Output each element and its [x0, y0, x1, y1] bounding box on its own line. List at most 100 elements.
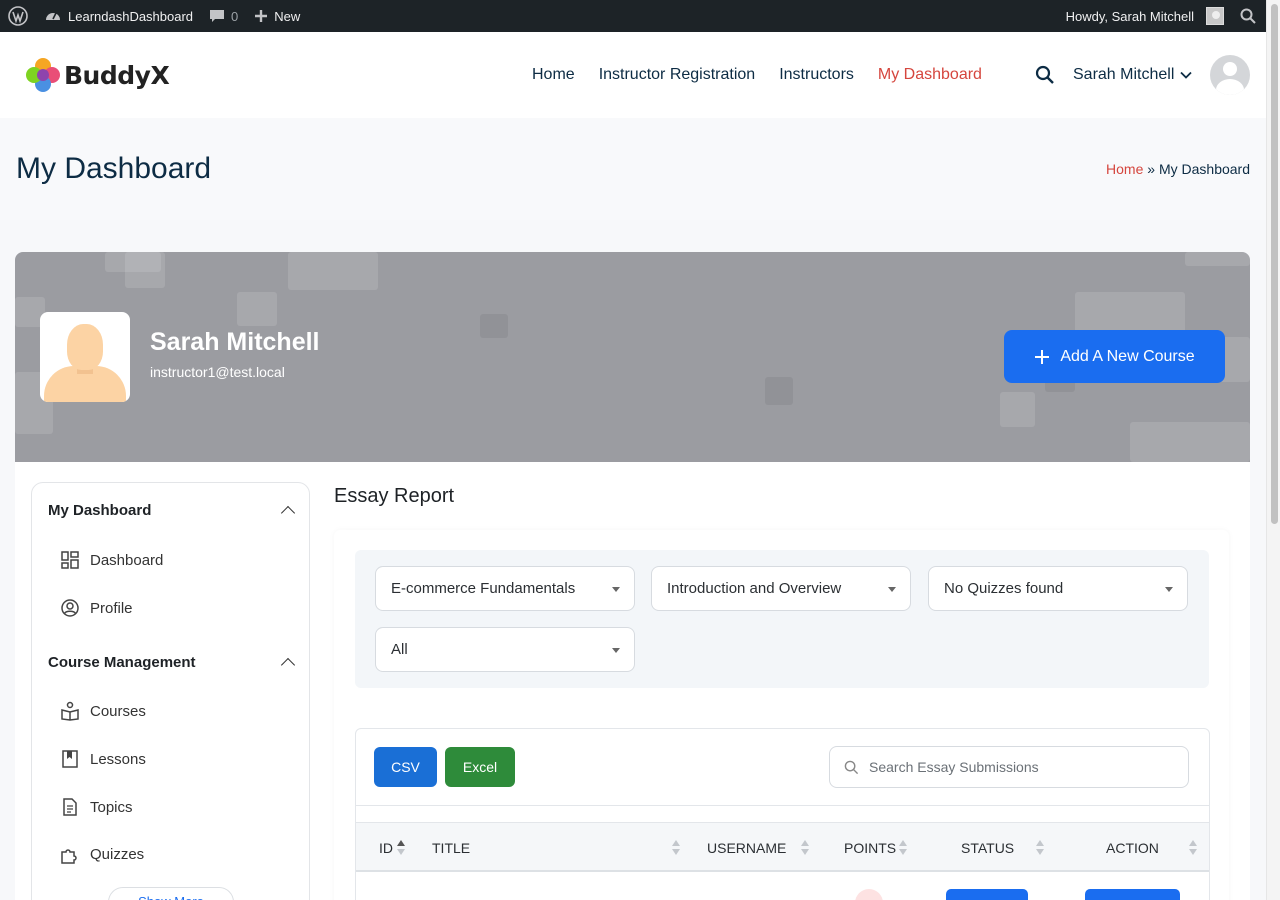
- dashboard-grid-icon: [61, 551, 79, 569]
- col-points[interactable]: POINTS: [844, 840, 896, 856]
- profile-name: Sarah Mitchell: [150, 328, 320, 356]
- sidebar-item-topics[interactable]: Topics: [60, 796, 133, 818]
- caret-down-icon: [1165, 587, 1173, 592]
- sidebar-item-profile[interactable]: Profile: [60, 597, 133, 619]
- book-open-icon: [61, 701, 79, 721]
- nav-my-dashboard[interactable]: My Dashboard: [878, 66, 982, 84]
- sort-icon[interactable]: [672, 840, 680, 856]
- essay-table: CSV Excel Search Essay Submissions ID TI…: [355, 728, 1210, 900]
- site-header: BuddyX Home Instructor Registration Inst…: [0, 32, 1266, 118]
- breadcrumb-separator: »: [1147, 161, 1156, 177]
- sidebar-item-label: Lessons: [90, 750, 146, 768]
- dashboard-gauge-icon: [46, 12, 60, 20]
- search-icon: [844, 760, 859, 774]
- sort-icon[interactable]: [1036, 840, 1044, 856]
- howdy-text: Howdy, Sarah Mitchell: [1065, 8, 1194, 24]
- search-placeholder: Search Essay Submissions: [869, 759, 1039, 775]
- chevron-up-icon[interactable]: [280, 505, 296, 521]
- show-more-button[interactable]: Show More: [108, 887, 234, 900]
- export-csv-button[interactable]: CSV: [374, 747, 437, 787]
- plus-icon: [255, 10, 268, 22]
- bookmark-book-icon: [62, 750, 78, 768]
- col-action[interactable]: ACTION: [1106, 840, 1159, 856]
- my-account-menu[interactable]: Howdy, Sarah Mitchell: [1058, 0, 1232, 32]
- table-row: [356, 889, 1209, 900]
- profile-avatar[interactable]: [40, 312, 130, 402]
- chevron-up-icon[interactable]: [280, 657, 296, 673]
- export-excel-button[interactable]: Excel: [445, 747, 515, 787]
- nav-instructors[interactable]: Instructors: [779, 66, 854, 84]
- site-name-link[interactable]: LearndashDashboard: [36, 0, 201, 32]
- dashboard-sidebar: My Dashboard Dashboard Profile Course Ma…: [31, 482, 310, 900]
- add-new-course-button[interactable]: Add A New Course: [1004, 330, 1225, 383]
- comments-link[interactable]: 0: [201, 0, 246, 32]
- sidebar-item-lessons[interactable]: Lessons: [60, 748, 146, 770]
- plus-icon: [1035, 349, 1050, 364]
- points-badge: [855, 889, 883, 900]
- col-status[interactable]: STATUS: [961, 840, 1014, 856]
- sidebar-item-quizzes[interactable]: Quizzes: [60, 843, 144, 865]
- quiz-select[interactable]: No Quizzes found: [928, 566, 1188, 611]
- logo-text: BuddyX: [64, 60, 170, 90]
- profile-email: instructor1@test.local: [150, 364, 285, 380]
- document-icon: [63, 798, 77, 816]
- quiz-select-value: No Quizzes found: [944, 580, 1064, 597]
- report-filters: E-commerce Fundamentals Introduction and…: [355, 550, 1209, 688]
- view-button[interactable]: [1085, 889, 1180, 900]
- comment-bubble-icon: [210, 10, 225, 22]
- buddyx-logo-icon: [26, 58, 60, 92]
- new-label: New: [274, 8, 301, 24]
- header-avatar[interactable]: [1210, 55, 1250, 95]
- status-select[interactable]: All: [375, 627, 635, 672]
- sidebar-item-label: Quizzes: [90, 845, 145, 863]
- chevron-down-icon: [1180, 71, 1193, 79]
- page-header: My Dashboard Home » My Dashboard: [0, 118, 1266, 220]
- sidebar-item-dashboard[interactable]: Dashboard: [60, 549, 163, 571]
- admin-search-button[interactable]: [1232, 0, 1266, 32]
- sort-icon[interactable]: [1189, 840, 1197, 856]
- nav-instructor-registration[interactable]: Instructor Registration: [599, 66, 756, 84]
- user-circle-icon: [61, 599, 79, 617]
- essay-report-title: Essay Report: [334, 485, 455, 507]
- status-select-value: All: [391, 641, 408, 658]
- page-title: My Dashboard: [16, 152, 212, 185]
- user-menu-toggle[interactable]: Sarah Mitchell: [1073, 66, 1193, 84]
- breadcrumb: Home » My Dashboard: [1106, 161, 1250, 177]
- caret-down-icon: [888, 587, 896, 592]
- sidebar-item-label: Dashboard: [90, 551, 164, 569]
- col-id[interactable]: ID: [379, 840, 393, 856]
- sidebar-section-course-management[interactable]: Course Management: [48, 654, 196, 671]
- breadcrumb-home[interactable]: Home: [1106, 161, 1143, 177]
- site-logo[interactable]: BuddyX: [26, 58, 170, 92]
- essay-search-input[interactable]: Search Essay Submissions: [829, 746, 1189, 788]
- wordpress-logo-button[interactable]: [0, 0, 36, 32]
- header-search-button[interactable]: [1035, 65, 1055, 85]
- table-header: ID TITLE USERNAME POINTS STATUS ACTION: [356, 822, 1209, 872]
- sidebar-item-label: Profile: [90, 599, 133, 617]
- sort-icon[interactable]: [801, 840, 809, 856]
- sort-icon[interactable]: [397, 840, 405, 856]
- status-button[interactable]: [946, 889, 1028, 900]
- user-menu-name: Sarah Mitchell: [1073, 66, 1175, 83]
- sidebar-item-label: Courses: [90, 702, 146, 720]
- caret-down-icon: [612, 648, 620, 653]
- sort-icon[interactable]: [899, 840, 907, 856]
- search-icon: [1035, 65, 1054, 84]
- breadcrumb-current: My Dashboard: [1158, 161, 1250, 177]
- lesson-select[interactable]: Introduction and Overview: [651, 566, 911, 611]
- site-name: LearndashDashboard: [68, 8, 194, 24]
- col-username[interactable]: USERNAME: [707, 840, 786, 856]
- caret-down-icon: [612, 587, 620, 592]
- lesson-select-value: Introduction and Overview: [667, 580, 842, 597]
- course-select[interactable]: E-commerce Fundamentals: [375, 566, 635, 611]
- scrollbar-thumb[interactable]: [1271, 4, 1278, 524]
- wordpress-icon: [8, 6, 28, 26]
- col-title[interactable]: TITLE: [432, 840, 470, 856]
- sidebar-item-courses[interactable]: Courses: [60, 700, 146, 722]
- sidebar-section-my-dashboard[interactable]: My Dashboard: [48, 502, 151, 519]
- admin-avatar: [1206, 7, 1224, 25]
- page-scrollbar[interactable]: [1266, 0, 1280, 900]
- nav-home[interactable]: Home: [532, 66, 575, 84]
- new-content-button[interactable]: New: [246, 0, 308, 32]
- course-select-value: E-commerce Fundamentals: [391, 580, 576, 597]
